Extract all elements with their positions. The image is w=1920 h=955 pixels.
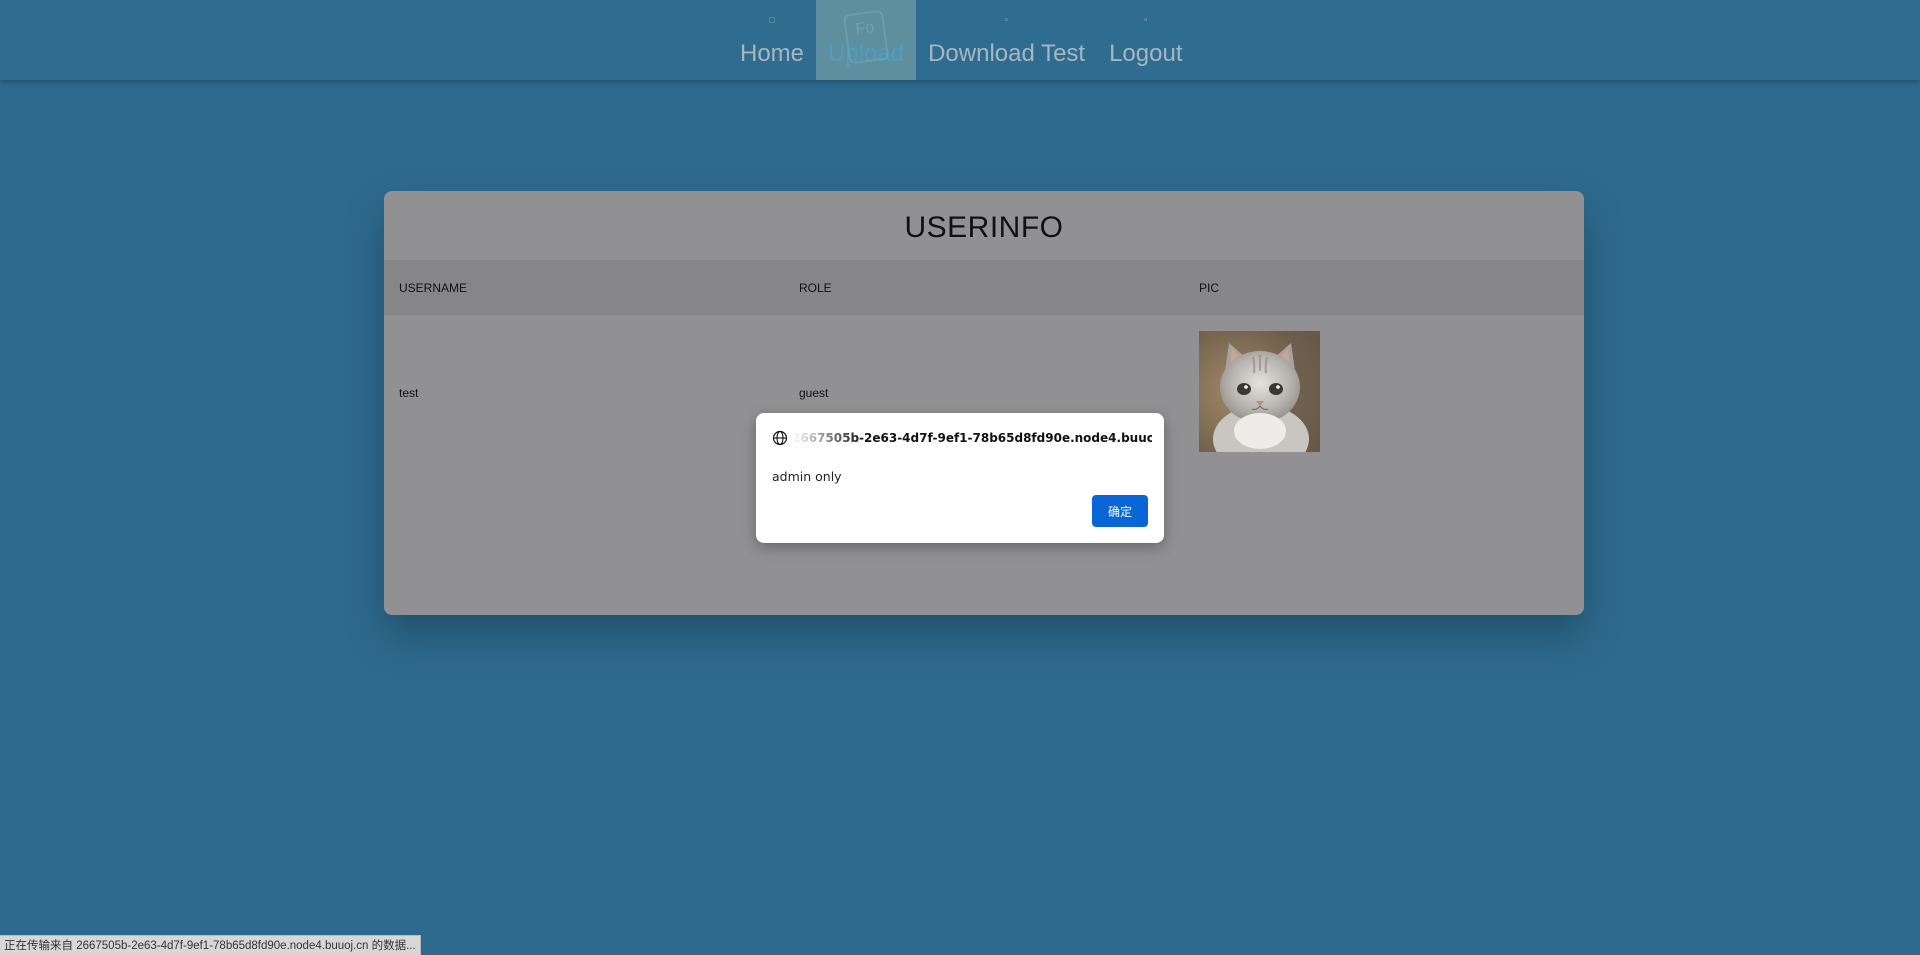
nav-item-logout[interactable]: ▫ Logout [1097, 0, 1194, 80]
username-value: test [399, 385, 419, 400]
dialog-origin-text: 2667505b-2e63-4d7f-9ef1-78b65d8fd90e.nod… [792, 431, 1152, 445]
nav-item-label: Download Test [928, 40, 1086, 67]
browser-status-bar: 正在传输来自 2667505b-2e63-4d7f-9ef1-78b65d8fd… [0, 935, 421, 955]
column-header-username: USERNAME [399, 280, 468, 295]
nav-item-label: Home [740, 40, 805, 67]
dialog-origin: 2667505b-2e63-4d7f-9ef1-78b65d8fd90e.nod… [772, 429, 1152, 447]
upload-file-icon: Fo [842, 9, 890, 65]
page-title: USERINFO [904, 211, 1064, 244]
nav-item-upload[interactable]: Fo Upload [816, 0, 917, 80]
home-icon: □ [768, 15, 776, 26]
cell-role: guest [784, 386, 1184, 400]
dialog-message: admin only [772, 469, 842, 484]
column-header-pic: PIC [1199, 280, 1220, 295]
nav-menu: □ Home Fo Upload ▫ Download Test ▫ Logou… [728, 0, 1194, 80]
top-nav: □ Home Fo Upload ▫ Download Test ▫ Logou… [0, 0, 1920, 80]
download-icon: ▫ [1004, 15, 1009, 26]
nav-item-download-test[interactable]: ▫ Download Test [916, 0, 1097, 80]
userinfo-card: USERINFO USERNAME ROLE PIC test guest [384, 191, 1584, 615]
cat-photo-image [1199, 331, 1320, 452]
logout-icon: ▫ [1144, 15, 1148, 26]
alert-dialog: 2667505b-2e63-4d7f-9ef1-78b65d8fd90e.nod… [756, 413, 1164, 543]
column-header-role: ROLE [799, 280, 832, 295]
nav-item-home[interactable]: □ Home [728, 0, 816, 80]
profile-picture-cat [1199, 331, 1320, 452]
role-value: guest [799, 385, 829, 400]
nav-item-label: Logout [1109, 40, 1183, 67]
table-header: USERNAME ROLE PIC [384, 260, 1584, 315]
cell-username: test [384, 386, 784, 400]
globe-icon [772, 430, 788, 446]
ok-button[interactable]: 确定 [1092, 495, 1148, 527]
